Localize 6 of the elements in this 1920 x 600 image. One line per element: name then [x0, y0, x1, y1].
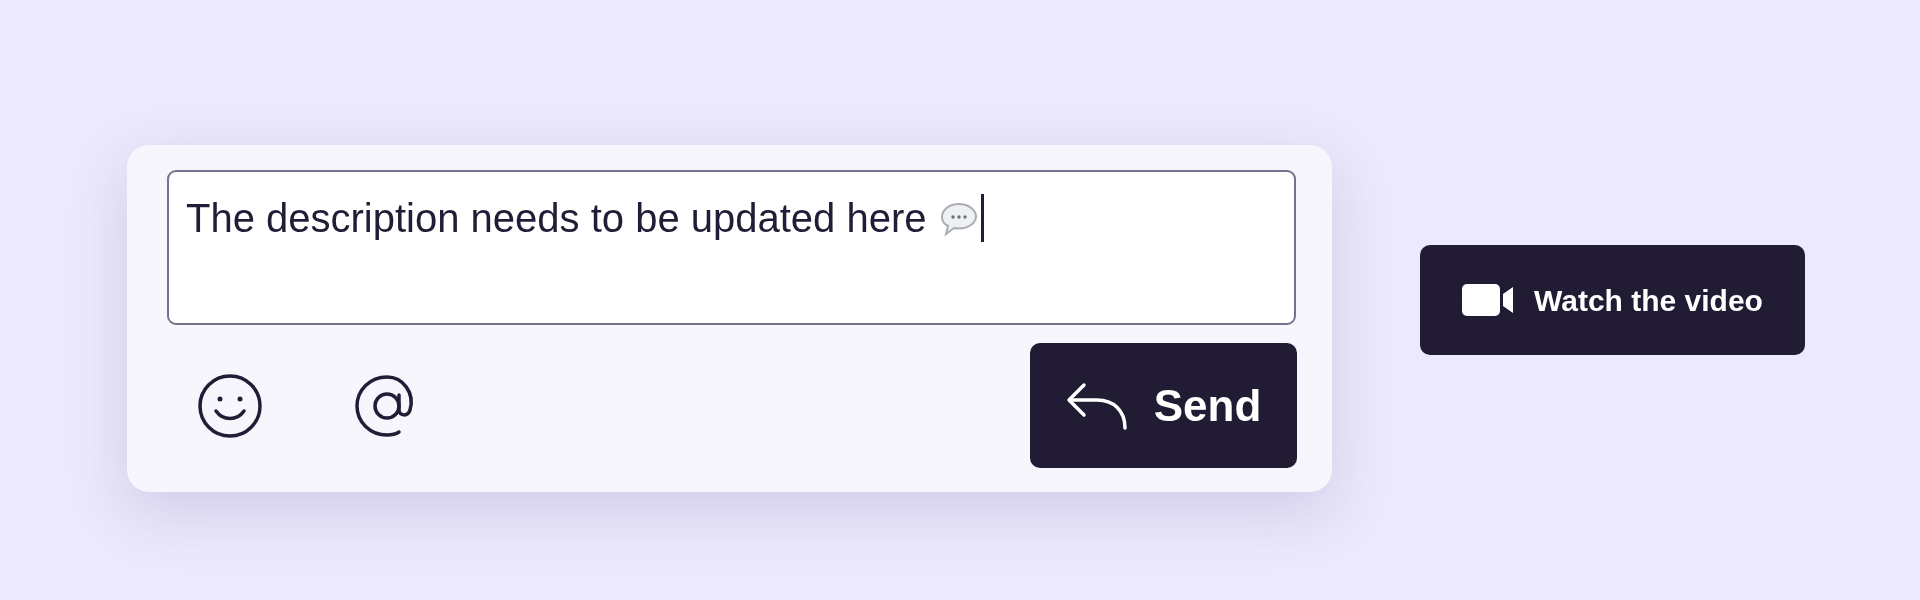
watch-video-button[interactable]: Watch the video	[1420, 245, 1805, 355]
emoji-icon[interactable]	[197, 372, 263, 439]
video-camera-icon	[1462, 284, 1515, 316]
send-button[interactable]: Send	[1030, 343, 1297, 468]
text-cursor	[980, 194, 984, 242]
comment-field[interactable]: The description needs to be updated here	[167, 170, 1296, 325]
